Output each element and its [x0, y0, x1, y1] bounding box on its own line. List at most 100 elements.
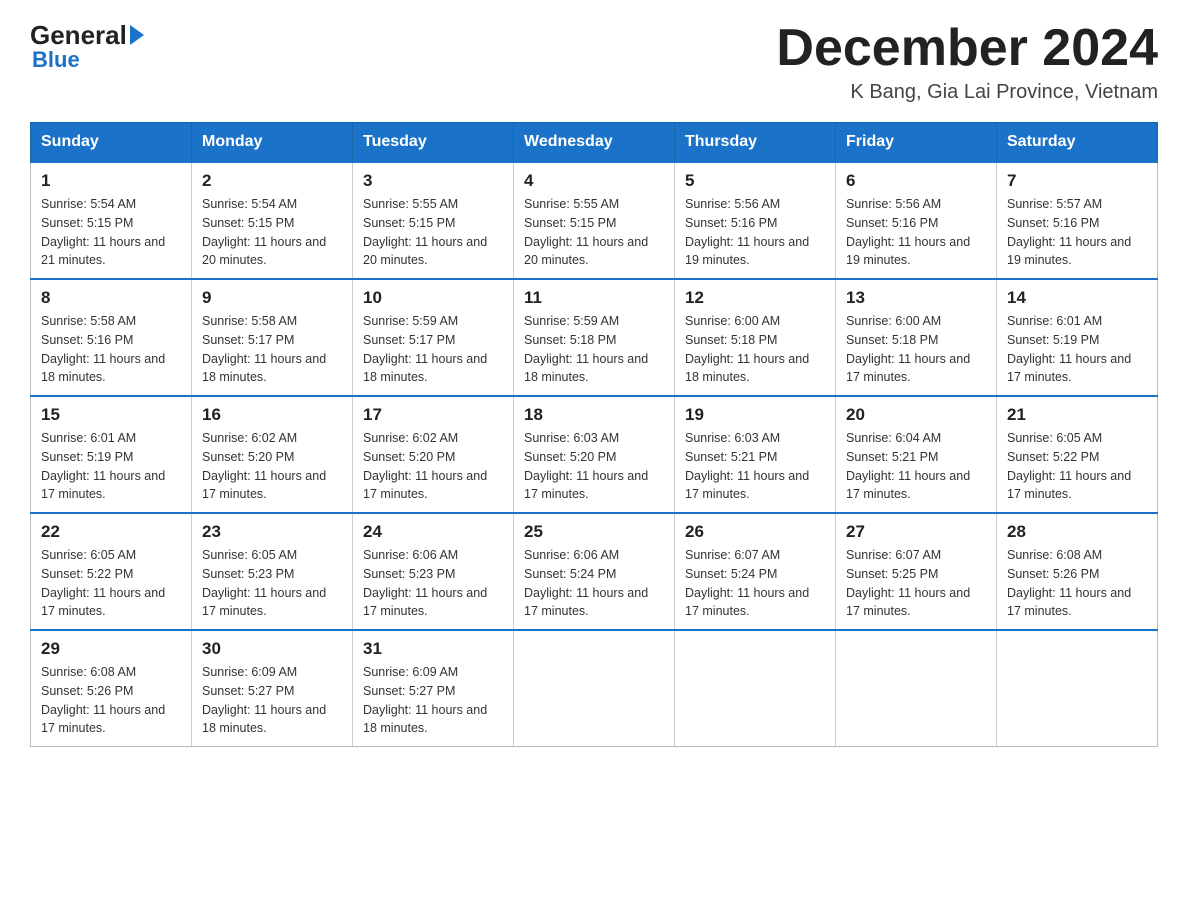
- calendar-day-cell: 31Sunrise: 6:09 AMSunset: 5:27 PMDayligh…: [353, 630, 514, 747]
- calendar-day-cell: 12 Sunrise: 6:00 AMSunset: 5:18 PMDayligh…: [675, 279, 836, 396]
- calendar-day-cell: 27 Sunrise: 6:07 AMSunset: 5:25 PMDayligh…: [836, 513, 997, 630]
- day-number: 25: [524, 522, 664, 542]
- calendar-day-cell: 30Sunrise: 6:09 AMSunset: 5:27 PMDayligh…: [192, 630, 353, 747]
- day-info: Sunrise: 5:59 AMSunset: 5:17 PMDaylight:…: [363, 312, 503, 387]
- day-header-saturday: Saturday: [997, 123, 1158, 163]
- day-number: 23: [202, 522, 342, 542]
- day-info: Sunrise: 5:59 AMSunset: 5:18 PMDaylight:…: [524, 312, 664, 387]
- day-info: Sunrise: 6:08 AMSunset: 5:26 PMDaylight:…: [1007, 546, 1147, 621]
- day-info: Sunrise: 6:02 AMSunset: 5:20 PMDaylight:…: [202, 429, 342, 504]
- calendar-day-cell: 14Sunrise: 6:01 AMSunset: 5:19 PMDayligh…: [997, 279, 1158, 396]
- logo-arrow-icon: [130, 25, 144, 45]
- day-info: Sunrise: 5:58 AMSunset: 5:17 PMDaylight:…: [202, 312, 342, 387]
- day-info: Sunrise: 6:00 AMSunset: 5:18 PMDaylight:…: [685, 312, 825, 387]
- calendar-day-cell: 19Sunrise: 6:03 AMSunset: 5:21 PMDayligh…: [675, 396, 836, 513]
- day-number: 3: [363, 171, 503, 191]
- calendar-header-row: SundayMondayTuesdayWednesdayThursdayFrid…: [31, 123, 1158, 163]
- day-info: Sunrise: 6:01 AMSunset: 5:19 PMDaylight:…: [41, 429, 181, 504]
- day-info: Sunrise: 6:05 AMSunset: 5:22 PMDaylight:…: [1007, 429, 1147, 504]
- day-number: 9: [202, 288, 342, 308]
- day-number: 16: [202, 405, 342, 425]
- day-header-monday: Monday: [192, 123, 353, 163]
- day-info: Sunrise: 5:56 AMSunset: 5:16 PMDaylight:…: [846, 195, 986, 270]
- calendar-day-cell: 1Sunrise: 5:54 AMSunset: 5:15 PMDaylight…: [31, 162, 192, 279]
- day-info: Sunrise: 6:05 AMSunset: 5:22 PMDaylight:…: [41, 546, 181, 621]
- calendar-day-cell: 20 Sunrise: 6:04 AMSunset: 5:21 PMDayligh…: [836, 396, 997, 513]
- day-number: 22: [41, 522, 181, 542]
- day-info: Sunrise: 6:06 AMSunset: 5:23 PMDaylight:…: [363, 546, 503, 621]
- day-number: 2: [202, 171, 342, 191]
- calendar-day-cell: 18 Sunrise: 6:03 AMSunset: 5:20 PMDayligh…: [514, 396, 675, 513]
- day-number: 10: [363, 288, 503, 308]
- day-number: 13: [846, 288, 986, 308]
- logo: General Blue: [30, 20, 144, 73]
- calendar-day-cell: 15 Sunrise: 6:01 AMSunset: 5:19 PMDayligh…: [31, 396, 192, 513]
- day-info: Sunrise: 5:55 AMSunset: 5:15 PMDaylight:…: [363, 195, 503, 270]
- calendar-week-row: 1Sunrise: 5:54 AMSunset: 5:15 PMDaylight…: [31, 162, 1158, 279]
- day-header-friday: Friday: [836, 123, 997, 163]
- page-header: General Blue December 2024 K Bang, Gia L…: [30, 20, 1158, 104]
- calendar-day-cell: 23 Sunrise: 6:05 AMSunset: 5:23 PMDayligh…: [192, 513, 353, 630]
- day-number: 11: [524, 288, 664, 308]
- day-number: 31: [363, 639, 503, 659]
- day-header-sunday: Sunday: [31, 123, 192, 163]
- day-header-thursday: Thursday: [675, 123, 836, 163]
- day-info: Sunrise: 6:00 AMSunset: 5:18 PMDaylight:…: [846, 312, 986, 387]
- day-number: 4: [524, 171, 664, 191]
- empty-cell: [836, 630, 997, 747]
- calendar-table: SundayMondayTuesdayWednesdayThursdayFrid…: [30, 122, 1158, 747]
- day-info: Sunrise: 6:08 AMSunset: 5:26 PMDaylight:…: [41, 663, 181, 738]
- calendar-day-cell: 7Sunrise: 5:57 AMSunset: 5:16 PMDaylight…: [997, 162, 1158, 279]
- day-number: 28: [1007, 522, 1147, 542]
- day-info: Sunrise: 6:07 AMSunset: 5:24 PMDaylight:…: [685, 546, 825, 621]
- calendar-day-cell: 13 Sunrise: 6:00 AMSunset: 5:18 PMDayligh…: [836, 279, 997, 396]
- day-number: 5: [685, 171, 825, 191]
- calendar-day-cell: 25 Sunrise: 6:06 AMSunset: 5:24 PMDayligh…: [514, 513, 675, 630]
- calendar-day-cell: 21 Sunrise: 6:05 AMSunset: 5:22 PMDayligh…: [997, 396, 1158, 513]
- day-info: Sunrise: 5:54 AMSunset: 5:15 PMDaylight:…: [41, 195, 181, 270]
- calendar-day-cell: 8 Sunrise: 5:58 AMSunset: 5:16 PMDaylight…: [31, 279, 192, 396]
- day-info: Sunrise: 5:55 AMSunset: 5:15 PMDaylight:…: [524, 195, 664, 270]
- day-info: Sunrise: 6:03 AMSunset: 5:20 PMDaylight:…: [524, 429, 664, 504]
- day-info: Sunrise: 6:09 AMSunset: 5:27 PMDaylight:…: [202, 663, 342, 738]
- calendar-day-cell: 2Sunrise: 5:54 AMSunset: 5:15 PMDaylight…: [192, 162, 353, 279]
- calendar-day-cell: 17 Sunrise: 6:02 AMSunset: 5:20 PMDayligh…: [353, 396, 514, 513]
- day-info: Sunrise: 6:01 AMSunset: 5:19 PMDaylight:…: [1007, 312, 1147, 387]
- calendar-title: December 2024: [776, 20, 1158, 77]
- day-info: Sunrise: 5:57 AMSunset: 5:16 PMDaylight:…: [1007, 195, 1147, 270]
- calendar-week-row: 29Sunrise: 6:08 AMSunset: 5:26 PMDayligh…: [31, 630, 1158, 747]
- calendar-day-cell: 16 Sunrise: 6:02 AMSunset: 5:20 PMDayligh…: [192, 396, 353, 513]
- calendar-day-cell: 5 Sunrise: 5:56 AMSunset: 5:16 PMDaylight…: [675, 162, 836, 279]
- day-info: Sunrise: 5:56 AMSunset: 5:16 PMDaylight:…: [685, 195, 825, 270]
- day-info: Sunrise: 6:07 AMSunset: 5:25 PMDaylight:…: [846, 546, 986, 621]
- calendar-day-cell: 26 Sunrise: 6:07 AMSunset: 5:24 PMDayligh…: [675, 513, 836, 630]
- empty-cell: [997, 630, 1158, 747]
- day-info: Sunrise: 6:05 AMSunset: 5:23 PMDaylight:…: [202, 546, 342, 621]
- empty-cell: [675, 630, 836, 747]
- calendar-day-cell: 24 Sunrise: 6:06 AMSunset: 5:23 PMDayligh…: [353, 513, 514, 630]
- day-number: 20: [846, 405, 986, 425]
- day-info: Sunrise: 6:04 AMSunset: 5:21 PMDaylight:…: [846, 429, 986, 504]
- calendar-day-cell: 3 Sunrise: 5:55 AMSunset: 5:15 PMDaylight…: [353, 162, 514, 279]
- day-number: 24: [363, 522, 503, 542]
- day-number: 17: [363, 405, 503, 425]
- day-number: 8: [41, 288, 181, 308]
- day-number: 21: [1007, 405, 1147, 425]
- day-number: 12: [685, 288, 825, 308]
- day-info: Sunrise: 6:06 AMSunset: 5:24 PMDaylight:…: [524, 546, 664, 621]
- calendar-week-row: 8 Sunrise: 5:58 AMSunset: 5:16 PMDaylight…: [31, 279, 1158, 396]
- calendar-day-cell: 28 Sunrise: 6:08 AMSunset: 5:26 PMDayligh…: [997, 513, 1158, 630]
- calendar-day-cell: 4 Sunrise: 5:55 AMSunset: 5:15 PMDaylight…: [514, 162, 675, 279]
- day-number: 15: [41, 405, 181, 425]
- logo-blue: Blue: [32, 47, 80, 73]
- empty-cell: [514, 630, 675, 747]
- day-info: Sunrise: 6:02 AMSunset: 5:20 PMDaylight:…: [363, 429, 503, 504]
- day-header-tuesday: Tuesday: [353, 123, 514, 163]
- day-number: 19: [685, 405, 825, 425]
- day-number: 18: [524, 405, 664, 425]
- day-info: Sunrise: 5:58 AMSunset: 5:16 PMDaylight:…: [41, 312, 181, 387]
- day-number: 26: [685, 522, 825, 542]
- calendar-day-cell: 9 Sunrise: 5:58 AMSunset: 5:17 PMDaylight…: [192, 279, 353, 396]
- day-number: 27: [846, 522, 986, 542]
- calendar-day-cell: 10 Sunrise: 5:59 AMSunset: 5:17 PMDayligh…: [353, 279, 514, 396]
